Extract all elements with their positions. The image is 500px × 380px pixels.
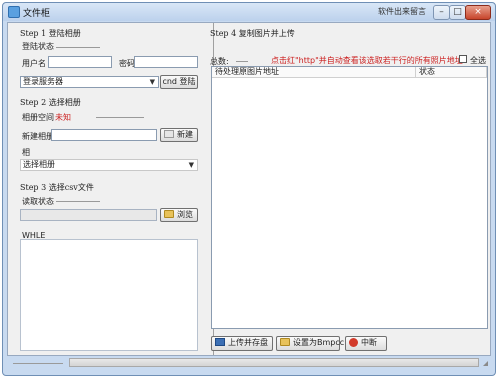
upload-save-label: 上传并存盘 [228,338,268,347]
stop-icon [349,337,358,347]
select-all-label: 全选 [470,56,486,65]
album-space-indicator [96,117,144,118]
status-indicator [13,363,63,364]
new-album-label: 新建相册 [22,132,54,141]
new-icon [164,130,174,138]
export-button[interactable]: 设置为Bmpcc [276,336,344,351]
upload-icon [215,338,225,346]
browse-label: 浏览 [177,210,193,219]
stop-button[interactable]: 中断 [345,336,387,351]
watermark-text: 软件出来留言 [378,7,426,16]
read-status-indicator [56,201,100,202]
step2-header: Step 2 选择相册 [20,98,81,107]
status-bar [7,357,491,373]
title-bar[interactable]: 文件柜 软件出来留言 – □ × [3,3,495,21]
new-album-input[interactable] [51,129,157,141]
stop-label: 中断 [361,338,377,347]
album-space-label: 相册空间 [22,113,54,122]
url-list[interactable]: 待处理原图片地址 状态 [211,66,488,329]
column-header-url[interactable]: 待处理原图片地址 [212,67,416,78]
chevron-down-icon: ▼ [149,78,155,86]
browse-button[interactable]: 浏览 [160,208,198,222]
column-header-status[interactable]: 状态 [416,67,487,78]
server-select-value: 登录服务器 [23,77,63,86]
step3-header: Step 3 选择csv文件 [20,183,94,192]
password-input[interactable] [134,56,198,68]
album-space-value: 未知 [55,113,71,122]
maximize-button[interactable]: □ [449,5,466,20]
progress-bar [69,358,479,367]
create-album-label: 新建 [177,130,193,139]
client-area: Step 1 登陆相册 登陆状态 用户名 密码 登录服务器 ▼ cnd 登陆 S… [7,22,491,356]
album-select[interactable]: 选择相册 ▼ [20,159,198,171]
minimize-button[interactable]: – [433,5,450,20]
login-button[interactable]: cnd 登陆 [160,75,198,89]
create-album-button[interactable]: 新建 [160,128,198,142]
server-select[interactable]: 登录服务器 ▼ [20,76,159,88]
app-icon [8,6,20,18]
album-label: 相 [22,148,30,157]
username-label: 用户名 [22,59,46,68]
window-title: 文件柜 [23,9,51,19]
csv-path-input[interactable] [20,209,157,221]
password-label: 密码 [119,59,135,68]
folder-icon [164,210,174,218]
read-status-label: 读取状态 [22,197,54,206]
select-all-checkbox[interactable] [459,55,467,63]
main-window: 文件柜 软件出来留言 – □ × Step 1 登陆相册 登陆状态 用户名 密码… [2,2,496,376]
chevron-down-icon: ▼ [188,161,194,169]
login-status-indicator [56,47,100,48]
hint-text: 点击红"http"并自动查看该选取若干行的所有照片地址 [271,56,463,65]
upload-save-button[interactable]: 上传并存盘 [211,336,273,351]
close-button[interactable]: × [465,5,491,20]
step4-header: Step 4 复制图片并上传 [210,29,295,38]
log-textarea[interactable] [20,239,198,351]
step1-header: Step 1 登陆相册 [20,29,81,38]
album-select-value: 选择相册 [23,160,55,169]
resize-grip-icon[interactable] [483,361,488,366]
total-indicator [236,61,248,62]
username-input[interactable] [48,56,112,68]
login-status-label: 登陆状态 [22,42,54,51]
export-label: 设置为Bmpcc [293,338,345,347]
folder-icon [280,338,290,346]
